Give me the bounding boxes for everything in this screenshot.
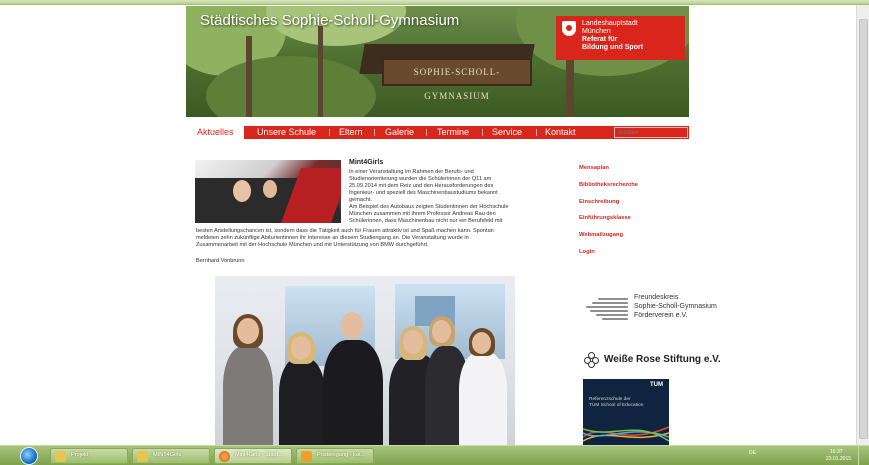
sidebar-link-login[interactable]: Login bbox=[579, 249, 595, 255]
browser-top-strip bbox=[0, 0, 869, 5]
site-title: Städtisches Sophie-Scholl-Gymnasium bbox=[200, 12, 460, 29]
nav-item-service[interactable]: Service bbox=[492, 126, 522, 139]
freundeskreis-wave-icon bbox=[584, 296, 630, 320]
outlook-icon bbox=[301, 451, 312, 462]
scrollbar-thumb[interactable] bbox=[859, 19, 868, 439]
taskbar-button-projekt[interactable]: Projekt bbox=[50, 448, 128, 464]
article-group-photo[interactable] bbox=[215, 276, 515, 445]
sidebar-link-mensaplan[interactable]: Mensaplan bbox=[579, 165, 609, 171]
article-line: München zusammen mit ihrem Professor And… bbox=[349, 211, 496, 217]
tum-logo: TUM bbox=[650, 382, 663, 388]
header-banner: SOPHIE-SCHOLL-GYMNASIUM Städtisches Soph… bbox=[186, 6, 689, 117]
nav-item-galerie[interactable]: Galerie bbox=[385, 126, 414, 139]
nav-item-aktuelles[interactable]: Aktuelles bbox=[186, 126, 244, 139]
tum-wave-graphic bbox=[583, 426, 669, 442]
article-line: meldeten zehn zukünftige Abiturientinnen… bbox=[196, 235, 469, 241]
folder-icon bbox=[55, 451, 66, 462]
vertical-scrollbar[interactable] bbox=[856, 5, 869, 445]
rose-icon bbox=[584, 352, 600, 368]
munich-crest-icon bbox=[562, 21, 576, 36]
sidebar-link-einschreibung[interactable]: Einschreibung bbox=[579, 199, 619, 205]
article-line: Ingenieur- und speziell des Maschinenbau… bbox=[349, 190, 498, 196]
system-tray-language[interactable]: DE bbox=[749, 450, 756, 456]
windows-taskbar: Projekt MINT4Girls Mint4Girls - Städt...… bbox=[0, 445, 869, 465]
clock-date[interactable]: 23.01.2015 bbox=[826, 456, 851, 462]
clock-time[interactable]: 16:37 bbox=[830, 449, 843, 455]
show-desktop-button[interactable] bbox=[858, 446, 869, 465]
article-line: In einer Veranstaltung im Rahmen der Ber… bbox=[349, 169, 474, 175]
sidebar-link-bibliotheksrecherche[interactable]: Bibliotheksrecherche bbox=[579, 182, 638, 188]
article-line: gemacht. bbox=[349, 197, 373, 203]
firefox-icon bbox=[219, 451, 230, 462]
school-sign: SOPHIE-SCHOLL-GYMNASIUM bbox=[382, 58, 532, 101]
article-line: Studienorientierung wurden die Schülerin… bbox=[349, 176, 492, 182]
article-line: Zusammenarbeit mit der Hochschule Münche… bbox=[196, 242, 429, 248]
taskbar-button-outlook[interactable]: Posteingang - kat... bbox=[296, 448, 374, 464]
nav-item-kontakt[interactable]: Kontakt bbox=[545, 126, 576, 139]
article-line: Schülerinnen, dass Maschinenbau nicht nu… bbox=[349, 218, 503, 224]
nav-item-termine[interactable]: Termine bbox=[437, 126, 469, 139]
article-line: Am Beispiel des Autobaus zeigten Student… bbox=[349, 204, 509, 210]
article-line: 25.09.2014 mit dem Reiz und den Herausfo… bbox=[349, 183, 494, 189]
tum-referenzschule-banner[interactable]: TUM Referenzschule der TUM School of Edu… bbox=[583, 379, 669, 445]
freundeskreis-logo[interactable]: Freundeskreis Sophie-Scholl-Gymnasium Fö… bbox=[584, 294, 717, 324]
main-nav: Aktuelles Unsere Schule Eltern Galerie T… bbox=[186, 126, 689, 139]
taskbar-button-mint4girls-folder[interactable]: MINT4Girls bbox=[132, 448, 210, 464]
nav-item-eltern[interactable]: Eltern bbox=[339, 126, 363, 139]
search-input[interactable] bbox=[614, 127, 688, 138]
article-title[interactable]: Mint4Girls bbox=[349, 159, 383, 166]
article-author: Bernhard Vonbrunn bbox=[196, 258, 245, 264]
article-thumbnail[interactable] bbox=[195, 160, 341, 223]
taskbar-button-firefox[interactable]: Mint4Girls - Städt... bbox=[214, 448, 292, 464]
article-line: besten Anstellungschancen ist, sondern d… bbox=[196, 228, 494, 234]
folder-icon bbox=[137, 451, 148, 462]
sidebar-link-einfuehrungsklasse[interactable]: Einführungsklasse bbox=[579, 215, 631, 221]
nav-item-unsere-schule[interactable]: Unsere Schule bbox=[257, 126, 316, 139]
sidebar-link-webmailzugang[interactable]: Webmailzugang bbox=[579, 232, 623, 238]
start-button[interactable] bbox=[20, 447, 38, 465]
city-logo[interactable]: Landeshauptstadt München Referat für Bil… bbox=[556, 16, 685, 60]
